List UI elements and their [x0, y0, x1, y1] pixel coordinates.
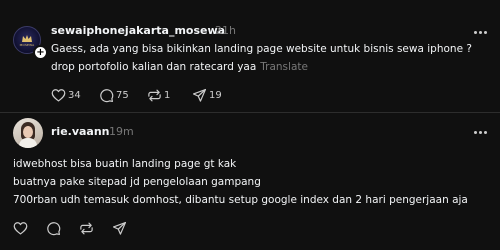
reply-button[interactable]	[46, 219, 61, 237]
timestamp[interactable]: 19m	[109, 125, 134, 138]
comment-icon	[47, 221, 61, 235]
timestamp[interactable]: 21h	[215, 24, 236, 37]
repost-button[interactable]: 1	[147, 86, 170, 104]
more-icon[interactable]	[474, 30, 488, 36]
post-text-line-1: Gaess, ada yang bisa bikinkan landing pa…	[51, 43, 472, 55]
more-icon[interactable]	[474, 130, 488, 136]
username[interactable]: rie.vaann	[51, 125, 110, 138]
translate-link[interactable]: Translate	[260, 61, 308, 73]
post-1: MOSEWA + sewaiphonejakarta_mosewa 21h Ga…	[0, 0, 500, 112]
action-bar	[13, 219, 163, 237]
heart-icon	[51, 89, 66, 102]
repost-count: 1	[164, 89, 171, 101]
post-text-line-2: drop portofolio kalian dan ratecard yaa T…	[51, 58, 308, 76]
post-text-line-3: 700rban udh temasuk domhost, dibantu set…	[13, 194, 468, 206]
repost-icon	[80, 222, 93, 234]
post-text-line-1: idwebhost bisa buatin landing page gt ka…	[13, 158, 237, 170]
heart-icon	[13, 222, 28, 235]
share-count: 19	[209, 89, 222, 101]
post-text-content: drop portofolio kalian dan ratecard yaa	[51, 61, 257, 73]
share-button[interactable]: 19	[192, 86, 222, 104]
like-button[interactable]	[13, 219, 28, 237]
reply-button[interactable]: 75	[99, 86, 129, 104]
post-text-line-2: buatnya pake sitepad jd pengelolaan gamp…	[13, 176, 261, 188]
repost-button[interactable]	[79, 219, 94, 237]
username[interactable]: sewaiphonejakarta_mosewa	[51, 24, 225, 37]
repost-icon	[148, 89, 161, 101]
comment-icon	[100, 88, 114, 102]
post-2: rie.vaann 19m idwebhost bisa buatin land…	[0, 113, 500, 250]
send-icon	[112, 221, 127, 235]
send-icon	[192, 88, 207, 102]
like-count: 34	[68, 89, 81, 101]
follow-plus-icon[interactable]: +	[33, 45, 48, 60]
like-button[interactable]: 34	[51, 86, 81, 104]
reply-count: 75	[116, 89, 129, 101]
avatar[interactable]	[13, 118, 43, 148]
action-bar: 34 75 1 19	[51, 86, 251, 104]
share-button[interactable]	[112, 219, 127, 237]
